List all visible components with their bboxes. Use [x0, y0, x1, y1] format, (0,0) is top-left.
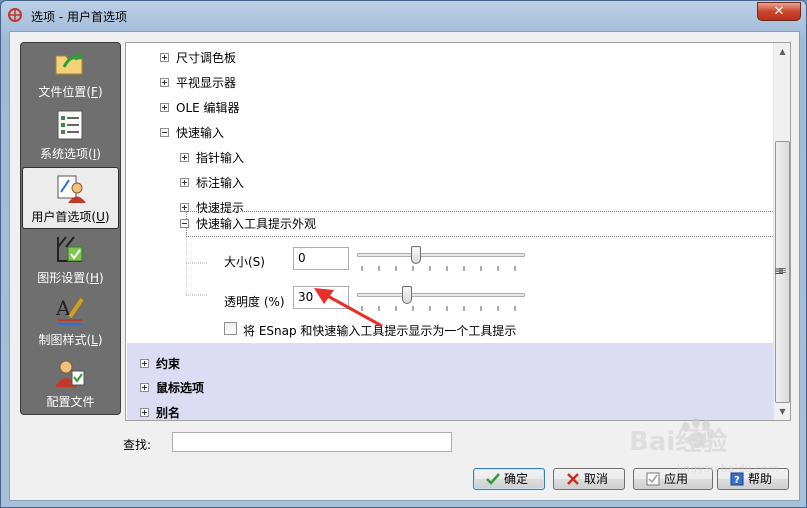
size-slider-ticks — [361, 266, 516, 271]
expand-icon[interactable] — [140, 359, 149, 368]
checklist-icon — [57, 110, 83, 140]
nav-label: 制图样式 — [38, 333, 87, 347]
dialog-body: 文件位置(F) 系统选项(I) 用户首选项(U) 图形设置(H) A 制图样式(… — [9, 31, 800, 501]
collapsed-groups-band — [127, 343, 775, 420]
ok-button[interactable]: 确定 — [473, 468, 545, 490]
preferences-tree: 尺寸调色板 平视显示器 OLE 编辑器 快速输入 指针输入 标注输入 快速提示 … — [125, 42, 791, 421]
tree-node-label: 鼠标选项 — [156, 381, 205, 395]
vertical-scrollbar[interactable]: ▲ ▼ — [773, 43, 790, 420]
tree-node-label: 快速输入 — [176, 126, 225, 140]
nav-label: 用户首选项 — [31, 210, 92, 224]
size-slider-track — [357, 253, 525, 257]
window-title: 选项 - 用户首选项 — [31, 10, 127, 24]
expand-icon[interactable] — [140, 383, 149, 392]
help-button[interactable]: ? 帮助 — [717, 468, 789, 490]
apply-button[interactable]: 应用 — [633, 468, 713, 490]
tree-node-label: 别名 — [156, 406, 181, 420]
search-label: 查找: — [123, 438, 152, 452]
expand-icon[interactable] — [180, 153, 189, 162]
tree-node-label: 指针输入 — [196, 151, 245, 165]
help-icon: ? — [730, 472, 744, 486]
button-label: 帮助 — [748, 472, 773, 486]
expand-icon[interactable] — [160, 103, 169, 112]
tree-node-label: 尺寸调色板 — [176, 51, 237, 65]
nav-item-profiles[interactable]: 配置文件 — [22, 353, 119, 415]
app-icon — [8, 8, 22, 22]
size-slider-thumb[interactable] — [410, 246, 421, 264]
tree-node-label: OLE 编辑器 — [176, 101, 240, 115]
collapse-icon[interactable] — [180, 219, 189, 228]
checkmark-icon — [486, 473, 500, 485]
button-label: 确定 — [504, 472, 529, 486]
nav-accel-key: U — [96, 210, 105, 224]
tree-node-label: 标注输入 — [196, 176, 245, 190]
nav-label: 系统选项 — [40, 147, 89, 161]
nav-item-file-locations[interactable]: 文件位置(F) — [22, 43, 119, 105]
nav-label: 配置文件 — [46, 395, 95, 409]
svg-text:?: ? — [734, 475, 740, 486]
nav-item-user-preferences[interactable]: 用户首选项(U) — [22, 167, 119, 229]
expand-icon[interactable] — [160, 53, 169, 62]
tree-node-label: 平视显示器 — [176, 76, 237, 90]
nav-item-system-options[interactable]: 系统选项(I) — [22, 105, 119, 167]
cancel-button[interactable]: 取消 — [553, 468, 625, 490]
expand-icon[interactable] — [160, 78, 169, 87]
esnap-combined-tooltip-checkbox[interactable] — [224, 322, 237, 335]
tree-node-label: 约束 — [156, 357, 181, 371]
apply-icon — [646, 472, 660, 486]
close-icon: ✕ — [773, 4, 785, 19]
nav-item-graphics-settings[interactable]: 图形设置(H) — [22, 229, 119, 291]
transparency-input[interactable]: 30 — [293, 286, 349, 309]
size-label: 大小(S) — [224, 255, 265, 269]
button-label: 取消 — [584, 472, 609, 486]
search-input[interactable] — [172, 432, 452, 452]
transparency-slider-track — [357, 293, 525, 297]
button-label: 应用 — [664, 472, 689, 486]
nav-label: 图形设置 — [37, 271, 86, 285]
nav-label: 文件位置 — [38, 85, 87, 99]
expand-icon[interactable] — [140, 408, 149, 417]
nav-accel-key: F — [91, 85, 98, 99]
size-input[interactable]: 0 — [293, 247, 349, 270]
scroll-up-icon[interactable]: ▲ — [774, 43, 791, 60]
expand-icon[interactable] — [180, 178, 189, 187]
transparency-slider-ticks — [361, 306, 516, 311]
transparency-slider-thumb[interactable] — [402, 286, 413, 304]
graphics-icon — [57, 236, 83, 262]
scroll-down-icon[interactable]: ▼ — [774, 403, 791, 420]
tree-connector-lines — [186, 233, 208, 296]
drafting-style-icon: A — [55, 296, 84, 325]
folder-icon — [55, 52, 83, 75]
nav-accel-key: I — [92, 147, 97, 161]
svg-text:A: A — [55, 296, 71, 320]
nav-item-drafting-style[interactable]: A 制图样式(L) — [22, 291, 119, 353]
esnap-combined-tooltip-label: 将 ESnap 和快速输入工具提示显示为一个工具提示 — [243, 324, 517, 338]
close-button[interactable]: ✕ — [757, 2, 801, 21]
transparency-label: 透明度 (%) — [224, 295, 285, 309]
collapse-icon[interactable] — [160, 128, 169, 137]
profile-icon — [55, 360, 85, 387]
scroll-grip-glyph: ≡ — [774, 264, 785, 278]
nav-accel-key: H — [89, 271, 100, 285]
tree-node-label: 快速输入工具提示外观 — [196, 217, 317, 231]
title-bar[interactable]: 选项 - 用户首选项 ✕ — [1, 1, 806, 31]
category-nav: 文件位置(F) 系统选项(I) 用户首选项(U) 图形设置(H) A 制图样式(… — [20, 42, 121, 415]
user-preferences-icon — [57, 175, 86, 203]
nav-accel-key: L — [91, 333, 98, 347]
cross-icon — [567, 473, 579, 485]
options-window: 选项 - 用户首选项 ✕ 文件位置(F) 系统选项(I) 用户首选项(U) 图形… — [0, 0, 807, 508]
